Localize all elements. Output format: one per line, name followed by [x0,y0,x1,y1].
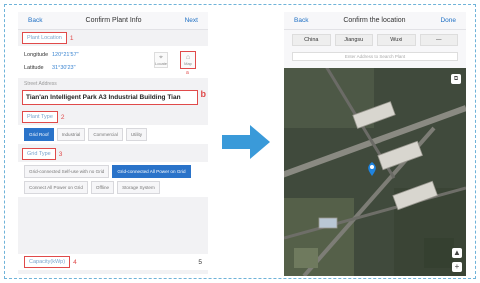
address-row: Tian'an Intelligent Park A3 Industrial B… [18,89,208,105]
map-imagery [284,68,466,276]
street-address-label: Street Address [24,81,57,87]
plant-type-label: Plant Type [22,111,58,123]
location-back-button[interactable]: Back [294,17,308,24]
coordinates-panel: Longitude 120°21'57" Latitude 31°30'23" … [18,46,208,78]
address-field[interactable]: Tian'an Intelligent Park A3 Industrial B… [22,90,198,105]
grid-type-option[interactable]: Offline [90,181,115,194]
region-select[interactable]: China [292,34,331,46]
plant-location-label: Plant Location [22,32,67,44]
done-button[interactable]: Done [440,17,456,24]
locate-label: Locate [155,61,168,66]
next-button[interactable]: Next [185,17,198,24]
map-label: Map [184,61,192,66]
grid-type-option[interactable]: Connect All Power on Grid [24,181,88,194]
satellite-map[interactable]: ⧉ ▲ + [284,68,466,276]
region-select[interactable]: Jiangsu [334,34,373,46]
grid-type-options: Grid-connected Self-use with no Grid Grid… [18,162,208,197]
region-select[interactable]: Wuxi [377,34,416,46]
plant-type-options: Grid Roof Industrial Commercial Utility [18,125,208,144]
marker-4: 4 [73,258,77,266]
latitude-label: Latitude [24,64,44,71]
plant-info-screen: Back Confirm Plant Info Next Plant Locat… [18,12,208,274]
latitude-value[interactable]: 31°30'23" [52,65,76,71]
longitude-label: Longitude [24,51,49,58]
layers-icon[interactable]: ⧉ [451,74,461,84]
longitude-value[interactable]: 120°21'57" [52,52,79,58]
map-pin-icon: ⌂ [185,54,191,61]
region-selects: China Jiangsu Wuxi — [284,30,466,50]
page-title: Confirm Plant Info [85,17,142,24]
marker-a: a [186,70,189,76]
longitude-row: Longitude 120°21'57" [24,48,202,61]
location-page-title: Confirm the location [343,17,406,24]
zoom-in-button[interactable]: + [452,262,462,272]
back-button[interactable]: Back [28,17,42,24]
grid-type-header: Grid Type 3 [18,146,208,162]
plant-location-header: Plant Location 1 [18,30,208,46]
grid-type-option[interactable]: Grid-connected All Power on Grid [112,165,191,178]
capacity-label: Capacity(kWp) [24,256,71,268]
crosshair-icon: ⌖ [159,54,163,61]
grid-type-option[interactable]: Storage System [117,181,160,194]
capacity-value[interactable]: 5 [198,259,202,266]
capacity-row: Capacity(kWp) 4 5 [18,254,208,270]
marker-1: 1 [69,34,74,42]
latitude-row: Latitude 31°30'23" [24,61,202,74]
plant-type-header: Plant Type 2 [18,109,208,125]
compass-icon[interactable]: ▲ [452,248,462,258]
marker-3: 3 [58,150,63,158]
region-select[interactable]: — [419,34,458,46]
grid-type-label: Grid Type [22,148,56,160]
confirm-location-screen: Back Confirm the location Done China Jian… [284,12,466,276]
capacity-header: Capacity(kWp) 4 [24,256,77,268]
plant-type-option[interactable]: Industrial [56,128,86,141]
address-search-input[interactable]: Enter Address to Search Plant [292,52,458,61]
location-nav-bar: Back Confirm the location Done [284,12,466,30]
plant-type-option[interactable]: Commercial [88,128,123,141]
locate-button[interactable]: ⌖ Locate [154,52,168,68]
nav-bar: Back Confirm Plant Info Next [18,12,208,30]
marker-b: b [200,89,207,99]
plant-type-option[interactable]: Grid Roof [24,128,54,141]
marker-2: 2 [60,113,65,121]
right-arrow-icon [222,125,270,159]
plant-type-option[interactable]: Utility [125,128,148,141]
grid-type-option[interactable]: Grid-connected Self-use with no Grid [24,165,110,178]
map-button[interactable]: ⌂ Map [180,51,196,69]
